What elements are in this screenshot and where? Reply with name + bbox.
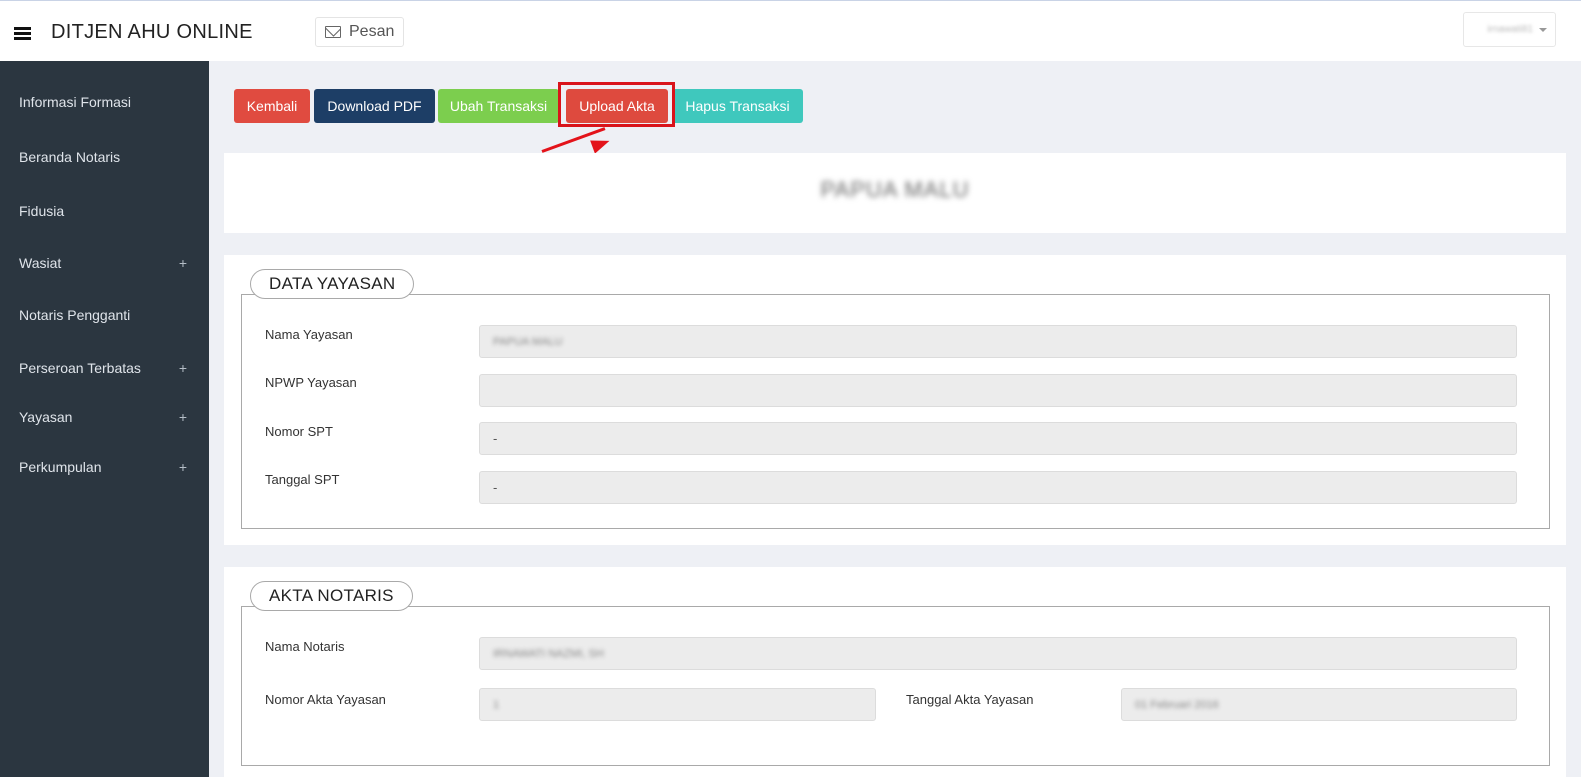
field-value: PAPUA MALU xyxy=(493,335,563,348)
field-value: 01 Februari 2016 xyxy=(1135,698,1219,711)
field-label: Nomor Akta Yayasan xyxy=(265,692,386,707)
messages-button[interactable]: Pesan xyxy=(315,17,405,47)
hapus-transaksi-button[interactable]: Hapus Transaksi xyxy=(672,89,803,123)
highlight-box xyxy=(558,82,675,127)
user-name: irnawati81 xyxy=(1487,24,1533,35)
sidebar-item-label: Wasiat xyxy=(19,255,62,271)
expand-icon: + xyxy=(178,255,187,271)
sidebar-item-perkumpulan[interactable]: Perkumpulan + xyxy=(19,459,187,475)
sidebar-item-perseroan-terbatas[interactable]: Perseroan Terbatas + xyxy=(19,360,187,376)
nomor-spt-field[interactable]: - xyxy=(479,422,1517,455)
field-label: Nomor SPT xyxy=(265,424,333,439)
nomor-akta-field[interactable]: 1 xyxy=(479,688,876,721)
section-legend: AKTA NOTARIS xyxy=(250,581,413,611)
sidebar-item-label: Yayasan xyxy=(19,409,73,425)
data-yayasan-fieldset: Nama Yayasan PAPUA MALU NPWP Yayasan Nom… xyxy=(241,294,1550,529)
expand-icon: + xyxy=(178,409,187,425)
download-pdf-button[interactable]: Download PDF xyxy=(314,89,435,123)
akta-notaris-fieldset: Nama Notaris IRNAWATI NAZMI, SH Nomor Ak… xyxy=(241,606,1550,766)
top-header: DITJEN AHU ONLINE Pesan irnawati81 xyxy=(0,0,1581,61)
arrow-head-icon xyxy=(590,134,612,154)
field-label: NPWP Yayasan xyxy=(265,375,357,390)
data-yayasan-card: Nama Yayasan PAPUA MALU NPWP Yayasan Nom… xyxy=(224,255,1566,545)
field-label: Nama Yayasan xyxy=(265,327,353,342)
nama-yayasan-field[interactable]: PAPUA MALU xyxy=(479,325,1517,358)
expand-icon: + xyxy=(178,360,187,376)
section-legend: DATA YAYASAN xyxy=(250,269,415,299)
sidebar-item-fidusia[interactable]: Fidusia xyxy=(19,203,187,219)
tanggal-spt-field[interactable]: - xyxy=(479,471,1517,504)
envelope-icon xyxy=(325,26,341,38)
nama-notaris-field[interactable]: IRNAWATI NAZMI, SH xyxy=(479,637,1517,670)
field-label: Tanggal SPT xyxy=(265,472,340,487)
npwp-yayasan-field[interactable] xyxy=(479,374,1517,407)
field-value: - xyxy=(493,431,498,446)
sidebar-item-label: Perseroan Terbatas xyxy=(19,360,141,376)
akta-notaris-card: Nama Notaris IRNAWATI NAZMI, SH Nomor Ak… xyxy=(224,567,1566,777)
sidebar-item-label: Informasi Formasi xyxy=(19,94,132,110)
messages-label: Pesan xyxy=(349,23,395,40)
tanggal-akta-field[interactable]: 01 Februari 2016 xyxy=(1121,688,1517,721)
sidebar-item-yayasan[interactable]: Yayasan + xyxy=(19,409,187,425)
sidebar-item-informasi-formasi[interactable]: Informasi Formasi xyxy=(19,94,187,110)
field-label: Nama Notaris xyxy=(265,639,345,654)
sidebar-item-label: Perkumpulan xyxy=(19,459,102,475)
sidebar-item-label: Notaris Pengganti xyxy=(19,307,131,323)
field-value: - xyxy=(493,480,498,495)
app-title: DITJEN AHU ONLINE xyxy=(51,21,253,43)
sidebar-item-label: Fidusia xyxy=(19,203,65,219)
page-title: PAPUA MALU xyxy=(820,177,970,202)
field-label: Tanggal Akta Yayasan xyxy=(906,692,1034,707)
field-value: 1 xyxy=(493,698,500,711)
field-value: IRNAWATI NAZMI, SH xyxy=(493,647,604,660)
sidebar-item-label: Beranda Notaris xyxy=(19,149,121,165)
sidebar-item-notaris-pengganti[interactable]: Notaris Pengganti xyxy=(19,307,187,323)
menu-icon[interactable] xyxy=(14,27,31,41)
sidebar-item-wasiat[interactable]: Wasiat + xyxy=(19,255,187,271)
sidebar-item-beranda-notaris[interactable]: Beranda Notaris xyxy=(19,149,187,165)
user-menu[interactable]: irnawati81 xyxy=(1463,12,1556,47)
ubah-transaksi-button[interactable]: Ubah Transaksi xyxy=(438,89,559,123)
kembali-button[interactable]: Kembali xyxy=(234,89,310,123)
caret-down-icon xyxy=(1539,27,1547,32)
title-card: PAPUA MALU xyxy=(224,153,1566,233)
sidebar: Informasi Formasi Beranda Notaris Fidusi… xyxy=(0,61,209,777)
expand-icon: + xyxy=(178,459,187,475)
